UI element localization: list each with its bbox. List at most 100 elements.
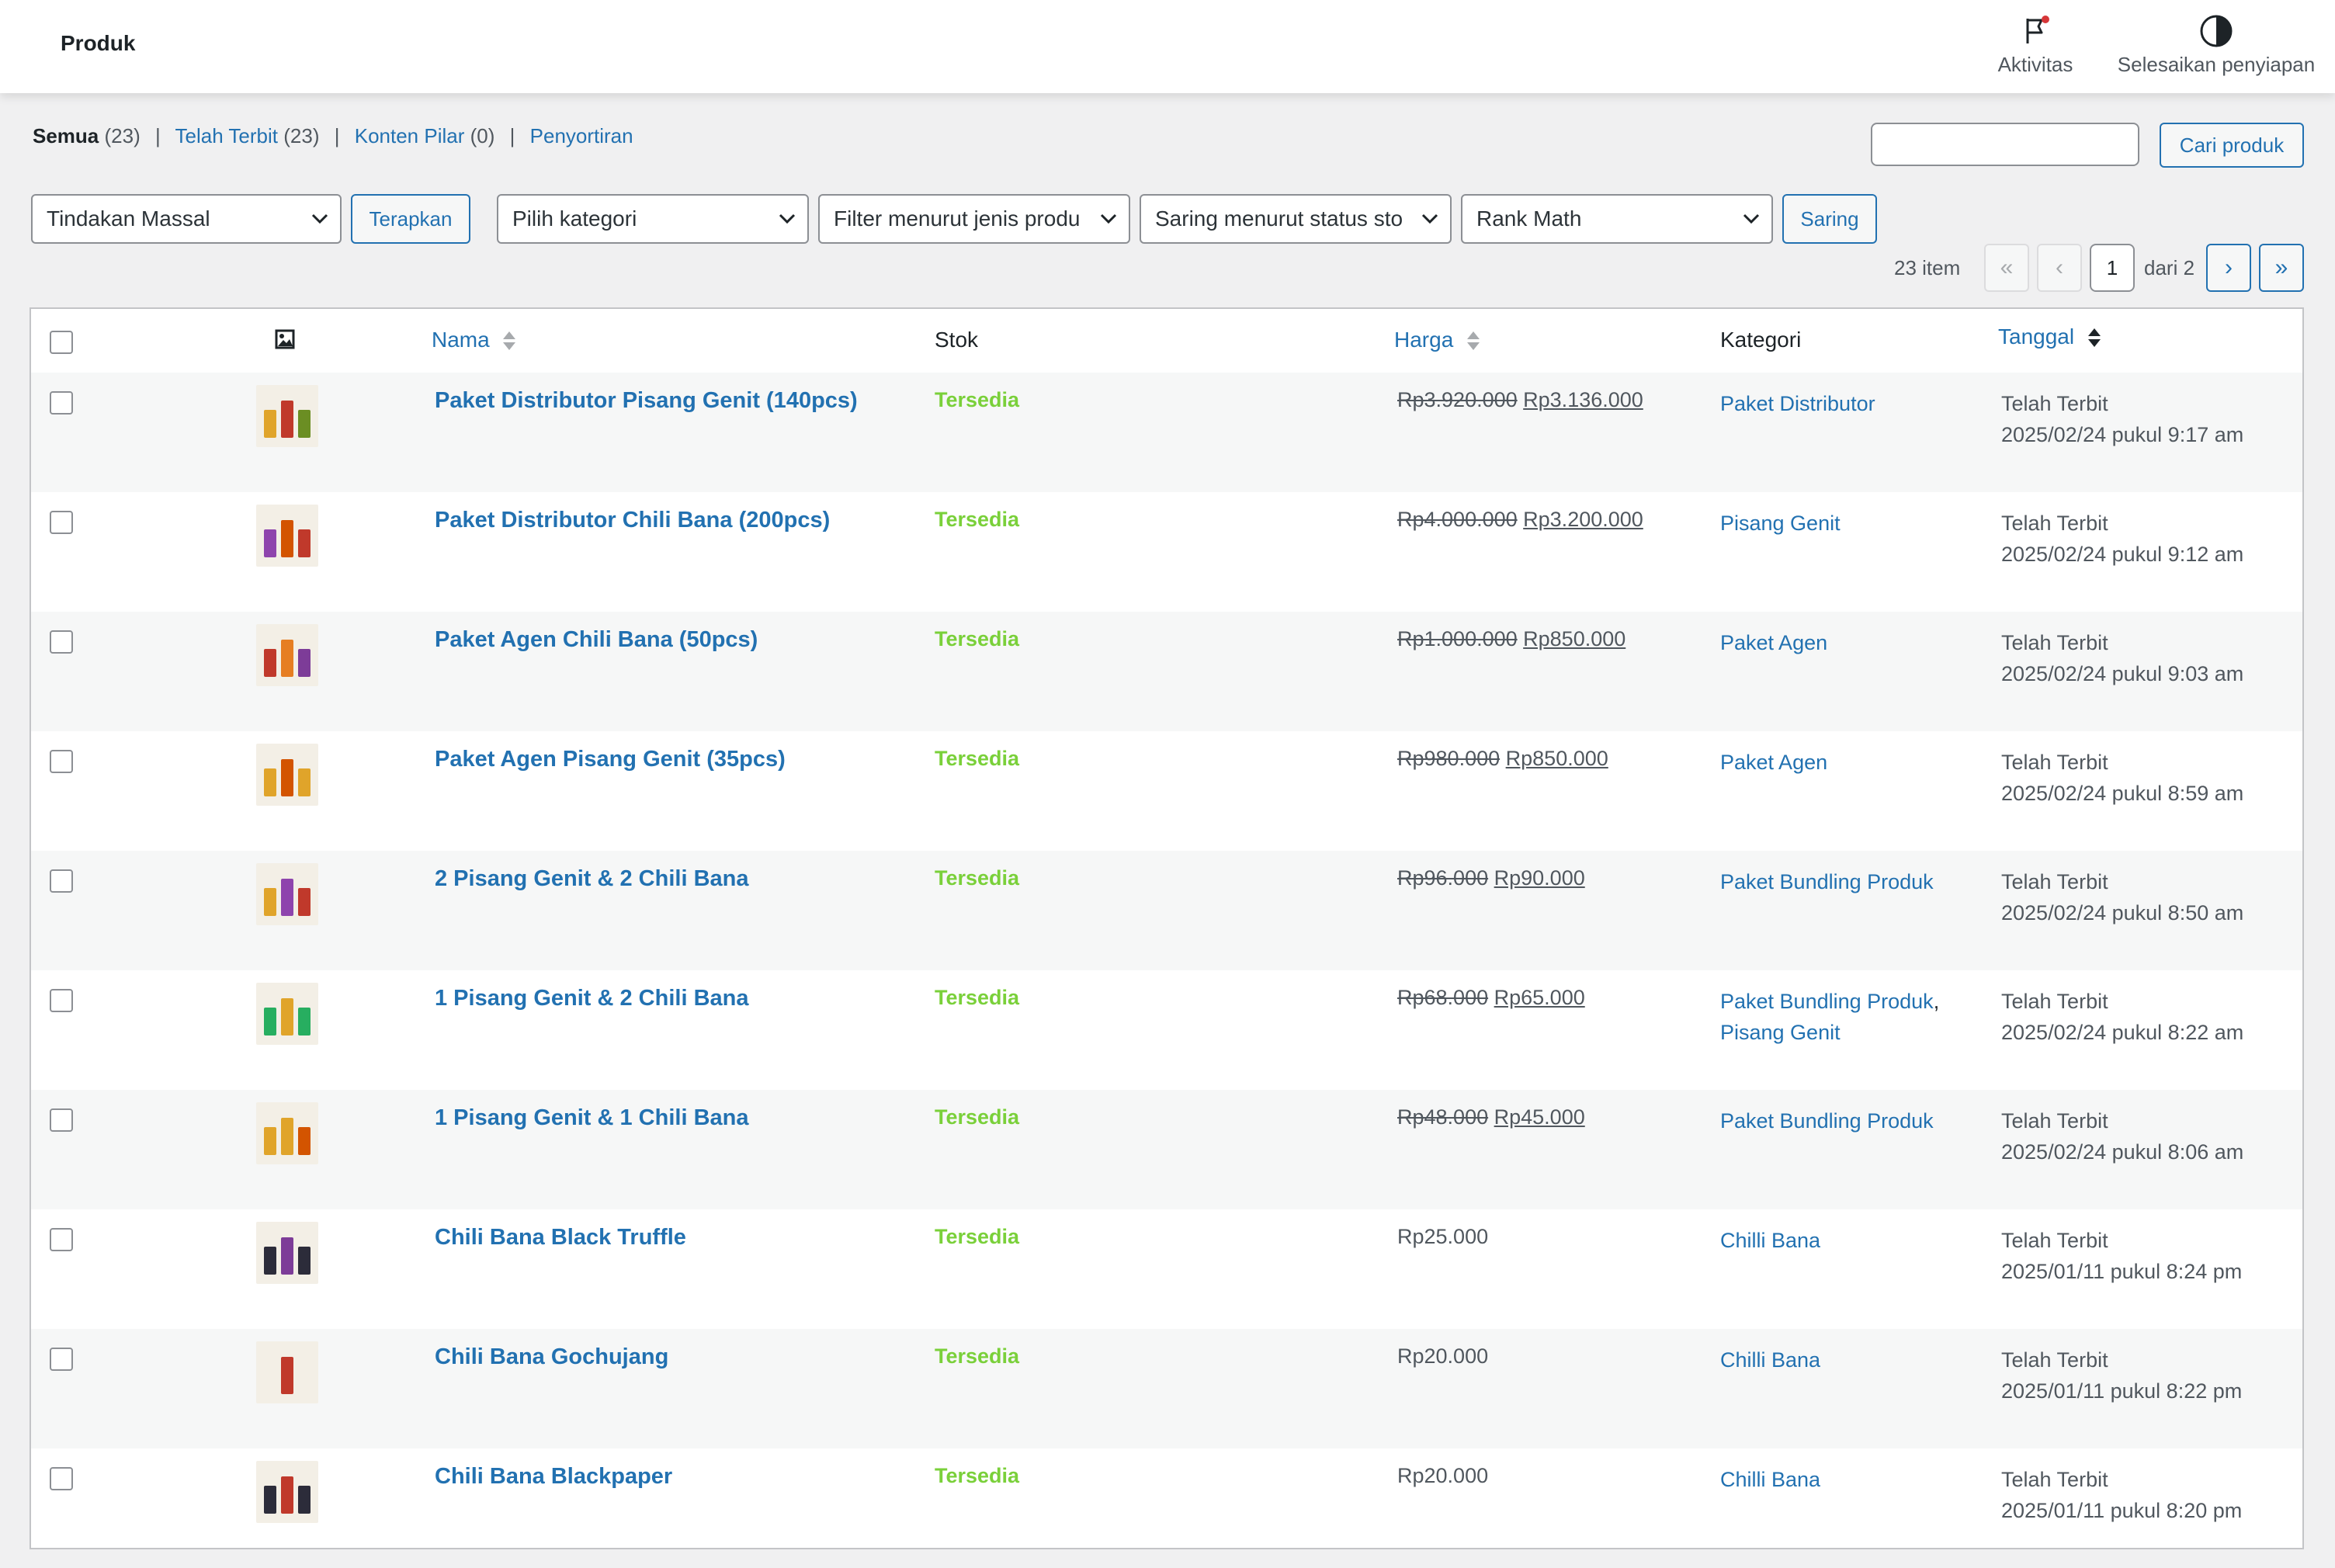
category-link[interactable]: Paket Agen bbox=[1720, 751, 1827, 774]
row-checkbox[interactable] bbox=[50, 750, 73, 773]
thumbnail-pack bbox=[298, 888, 311, 916]
thumbnail-pack bbox=[281, 998, 293, 1036]
category-link[interactable]: Chilli Bana bbox=[1720, 1229, 1820, 1252]
view-pillar-count: (0) bbox=[470, 124, 495, 147]
product-name-link[interactable]: 2 Pisang Genit & 2 Chili Bana bbox=[435, 866, 749, 892]
view-published-link[interactable]: Telah Terbit bbox=[175, 124, 279, 147]
row-checkbox[interactable] bbox=[50, 511, 73, 534]
product-thumbnail[interactable] bbox=[256, 1222, 318, 1284]
publish-datetime: 2025/01/11 pukul 8:20 pm bbox=[2001, 1499, 2243, 1522]
search-input[interactable] bbox=[1871, 123, 2139, 166]
sale-price: Rp850.000 bbox=[1523, 627, 1626, 650]
row-checkbox[interactable] bbox=[50, 630, 73, 654]
product-name-link[interactable]: Paket Distributor Chili Bana (200pcs) bbox=[435, 508, 830, 533]
product-categories: Paket Distributor bbox=[1720, 388, 1875, 419]
row-checkbox[interactable] bbox=[50, 1108, 73, 1132]
row-checkbox[interactable] bbox=[50, 869, 73, 893]
category-link[interactable]: Chilli Bana bbox=[1720, 1468, 1820, 1491]
column-price[interactable]: Harga bbox=[1394, 328, 1480, 353]
current-page-input[interactable]: 1 bbox=[2090, 244, 2135, 292]
view-published-count: (23) bbox=[283, 124, 320, 147]
publish-date: Telah Terbit 2025/01/11 pukul 8:24 pm bbox=[2001, 1225, 2242, 1287]
bulk-action-select[interactable]: Tindakan Massal bbox=[31, 194, 342, 244]
thumbnail-pack bbox=[281, 1118, 293, 1155]
category-link[interactable]: Paket Bundling Produk bbox=[1720, 990, 1934, 1013]
first-page-button: « bbox=[1984, 244, 2029, 292]
row-checkbox[interactable] bbox=[50, 391, 73, 415]
row-checkbox[interactable] bbox=[50, 1228, 73, 1251]
stock-status: Tersedia bbox=[935, 1105, 1020, 1129]
last-page-button[interactable]: » bbox=[2259, 244, 2304, 292]
notification-dot bbox=[2042, 16, 2049, 23]
category-link[interactable]: Paket Agen bbox=[1720, 631, 1827, 654]
product-thumbnail[interactable] bbox=[256, 744, 318, 806]
category-link[interactable]: Paket Distributor bbox=[1720, 392, 1875, 415]
stock-status-value: Saring menurut status sto bbox=[1155, 206, 1403, 231]
category-link[interactable]: Paket Bundling Produk bbox=[1720, 870, 1934, 893]
publish-date: Telah Terbit 2025/02/24 pukul 8:06 am bbox=[2001, 1105, 2243, 1167]
row-checkbox[interactable] bbox=[50, 1348, 73, 1371]
row-checkbox[interactable] bbox=[50, 989, 73, 1012]
category-separator: , bbox=[1933, 990, 1940, 1013]
search-products-button[interactable]: Cari produk bbox=[2160, 123, 2304, 168]
regular-price: Rp68.000 bbox=[1397, 986, 1489, 1009]
product-name-link[interactable]: 1 Pisang Genit & 2 Chili Bana bbox=[435, 986, 749, 1011]
activity-button[interactable]: Aktivitas bbox=[1987, 12, 2083, 77]
view-all-link[interactable]: Semua bbox=[33, 124, 99, 147]
category-link[interactable]: Pisang Genit bbox=[1720, 1021, 1841, 1044]
sale-price: Rp850.000 bbox=[1505, 747, 1608, 770]
item-count: 23 item bbox=[1894, 256, 1961, 279]
sort-desc-icon bbox=[2087, 327, 2101, 350]
table-row: Paket Agen Chili Bana (50pcs) Tersedia Rp1… bbox=[31, 612, 2302, 731]
thumbnail-pack bbox=[281, 640, 293, 677]
product-categories: Chilli Bana bbox=[1720, 1464, 1820, 1495]
product-price: Rp4.000.000 Rp3.200.000 bbox=[1397, 508, 1643, 532]
product-name-link[interactable]: Paket Distributor Pisang Genit (140pcs) bbox=[435, 388, 858, 414]
view-pillar-link[interactable]: Konten Pilar bbox=[355, 124, 465, 147]
product-name-link[interactable]: Chili Bana Gochujang bbox=[435, 1344, 668, 1370]
product-thumbnail[interactable] bbox=[256, 624, 318, 686]
publish-status: Telah Terbit bbox=[2001, 751, 2108, 774]
regular-price: Rp48.000 bbox=[1397, 1105, 1489, 1129]
product-name-link[interactable]: 1 Pisang Genit & 1 Chili Bana bbox=[435, 1105, 749, 1131]
chevron-down-icon bbox=[1743, 213, 1760, 224]
chevron-down-icon bbox=[311, 213, 328, 224]
product-name-link[interactable]: Paket Agen Pisang Genit (35pcs) bbox=[435, 747, 786, 772]
total-pages: dari 2 bbox=[2144, 256, 2195, 279]
filter-button[interactable]: Saring bbox=[1782, 194, 1877, 244]
product-name-link[interactable]: Chili Bana Black Truffle bbox=[435, 1225, 686, 1251]
view-sorting-link[interactable]: Penyortiran bbox=[530, 124, 633, 147]
category-select[interactable]: Pilih kategori bbox=[497, 194, 809, 244]
product-thumbnail[interactable] bbox=[256, 1102, 318, 1164]
product-name-link[interactable]: Chili Bana Blackpaper bbox=[435, 1464, 672, 1490]
separator: | bbox=[509, 124, 515, 147]
thumbnail-pack bbox=[264, 1366, 276, 1394]
category-link[interactable]: Chilli Bana bbox=[1720, 1348, 1820, 1372]
next-page-button[interactable]: › bbox=[2206, 244, 2251, 292]
product-type-value: Filter menurut jenis produ bbox=[834, 206, 1081, 231]
product-name-link[interactable]: Paket Agen Chili Bana (50pcs) bbox=[435, 627, 758, 653]
separator: | bbox=[154, 124, 161, 147]
column-date[interactable]: Tanggal bbox=[1998, 324, 2101, 350]
category-link[interactable]: Pisang Genit bbox=[1720, 512, 1841, 535]
thumbnail-pack bbox=[281, 401, 293, 438]
sale-price: Rp3.200.000 bbox=[1523, 508, 1643, 531]
product-thumbnail[interactable] bbox=[256, 1461, 318, 1523]
prev-page-button: ‹ bbox=[2037, 244, 2082, 292]
product-thumbnail[interactable] bbox=[256, 1341, 318, 1403]
column-name[interactable]: Nama bbox=[432, 328, 516, 353]
stock-status-select[interactable]: Saring menurut status sto bbox=[1140, 194, 1452, 244]
stock-status: Tersedia bbox=[935, 627, 1020, 650]
rank-math-select[interactable]: Rank Math bbox=[1461, 194, 1773, 244]
select-all-checkbox[interactable] bbox=[50, 331, 73, 354]
category-link[interactable]: Paket Bundling Produk bbox=[1720, 1109, 1934, 1133]
thumbnail-pack bbox=[264, 1486, 276, 1514]
product-thumbnail[interactable] bbox=[256, 863, 318, 925]
finish-setup-button[interactable]: Selesaikan penyiapan bbox=[2111, 12, 2321, 77]
product-thumbnail[interactable] bbox=[256, 385, 318, 447]
product-type-select[interactable]: Filter menurut jenis produ bbox=[818, 194, 1130, 244]
apply-button[interactable]: Terapkan bbox=[351, 194, 470, 244]
product-thumbnail[interactable] bbox=[256, 983, 318, 1045]
row-checkbox[interactable] bbox=[50, 1467, 73, 1490]
product-thumbnail[interactable] bbox=[256, 505, 318, 567]
